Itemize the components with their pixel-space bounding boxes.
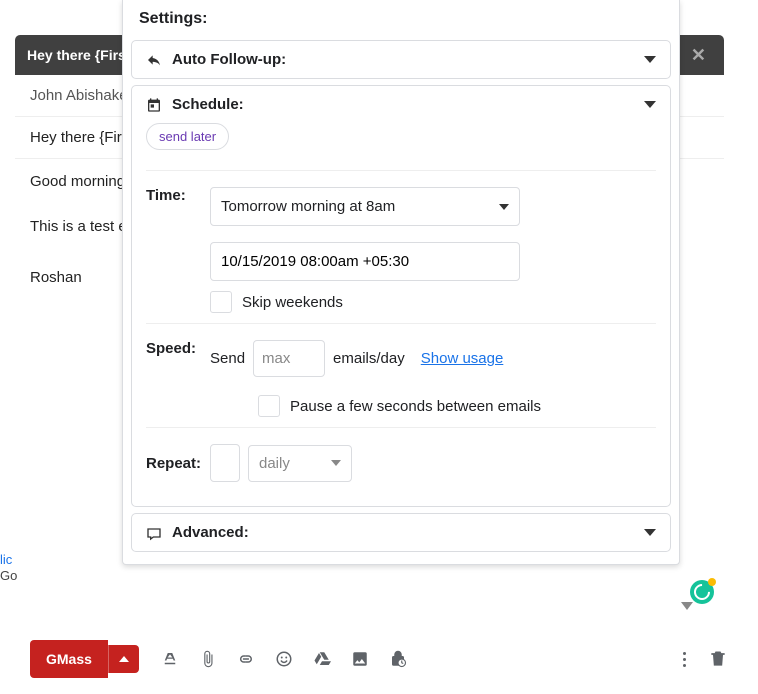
repeat-count-input[interactable] <box>210 444 240 482</box>
gmass-settings-popover: Settings: Auto Follow-up: Schedule: send… <box>122 0 680 565</box>
compose-toolbar: GMass <box>30 638 728 680</box>
speed-suffix: emails/day <box>333 350 405 367</box>
send-later-pill[interactable]: send later <box>146 123 229 150</box>
link-icon[interactable] <box>237 650 255 668</box>
grammarly-icon[interactable] <box>690 580 714 604</box>
speed-max-input[interactable] <box>253 340 325 377</box>
repeat-interval-select[interactable]: daily <box>248 445 352 482</box>
speed-row: Speed: Send emails/day Show usage Pause … <box>146 340 656 417</box>
divider <box>146 170 656 171</box>
repeat-row: Repeat: daily <box>146 444 656 482</box>
close-compose-button[interactable]: ✕ <box>685 45 712 66</box>
divider <box>146 427 656 428</box>
emoji-icon[interactable] <box>275 650 293 668</box>
gmass-dropdown-button[interactable] <box>108 645 139 673</box>
auto-followup-label: Auto Follow-up: <box>172 51 644 68</box>
advanced-header[interactable]: Advanced: <box>132 514 670 551</box>
time-row: Time: Tomorrow morning at 8am Skip weeke… <box>146 187 656 313</box>
chevron-down-icon <box>644 529 656 536</box>
settings-title: Settings: <box>123 0 679 40</box>
skip-weekends-checkbox[interactable] <box>210 291 232 313</box>
drive-icon[interactable] <box>313 650 331 668</box>
section-auto-followup: Auto Follow-up: <box>131 40 671 79</box>
time-preset-value: Tomorrow morning at 8am <box>221 198 395 215</box>
format-icons <box>161 650 407 668</box>
chevron-down-icon <box>644 101 656 108</box>
schedule-header[interactable]: Schedule: <box>132 86 670 123</box>
advanced-label: Advanced: <box>172 524 644 541</box>
pause-checkbox[interactable] <box>258 395 280 417</box>
trash-icon[interactable] <box>708 649 728 669</box>
chevron-down-icon <box>644 56 656 63</box>
image-icon[interactable] <box>351 650 369 668</box>
calendar-icon <box>146 97 162 113</box>
skip-weekends-label: Skip weekends <box>242 294 343 311</box>
schedule-body: send later Time: Tomorrow morning at 8am… <box>132 123 670 506</box>
skip-weekends-row: Skip weekends <box>210 291 656 313</box>
scroll-down-icon[interactable] <box>681 602 693 610</box>
attach-icon[interactable] <box>199 650 217 668</box>
speed-send-text: Send <box>210 350 245 367</box>
reply-icon <box>146 52 162 68</box>
show-usage-link[interactable]: Show usage <box>421 350 504 367</box>
truncated-edge: licGo <box>0 552 18 583</box>
chat-icon <box>146 525 162 541</box>
time-value-input[interactable] <box>210 242 520 281</box>
schedule-label: Schedule: <box>172 96 644 113</box>
auto-followup-header[interactable]: Auto Follow-up: <box>132 41 670 78</box>
repeat-interval-value: daily <box>259 455 290 472</box>
time-preset-select[interactable]: Tomorrow morning at 8am <box>210 187 520 226</box>
pause-row: Pause a few seconds between emails <box>258 395 656 417</box>
more-options-button[interactable] <box>677 652 692 667</box>
time-label: Time: <box>146 187 210 204</box>
repeat-label: Repeat: <box>146 455 210 472</box>
divider <box>146 323 656 324</box>
section-advanced: Advanced: <box>131 513 671 552</box>
lock-time-icon[interactable] <box>389 650 407 668</box>
text-format-icon[interactable] <box>161 650 179 668</box>
pause-label: Pause a few seconds between emails <box>290 398 541 415</box>
section-schedule: Schedule: send later Time: Tomorrow morn… <box>131 85 671 507</box>
gmass-send-button[interactable]: GMass <box>30 640 108 678</box>
speed-label: Speed: <box>146 340 210 357</box>
